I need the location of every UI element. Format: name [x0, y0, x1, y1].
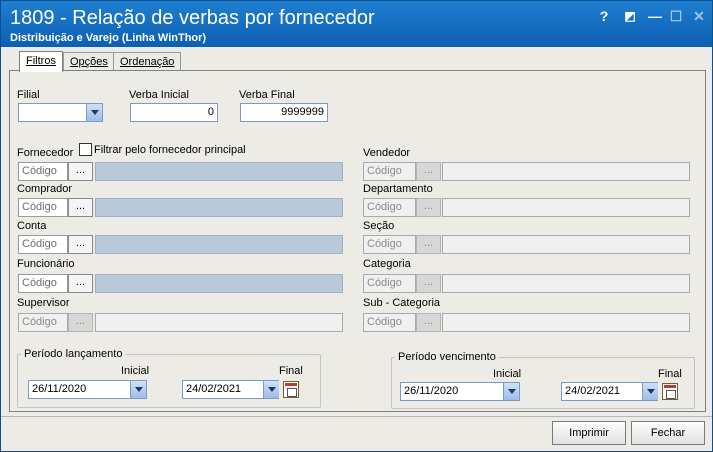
categoria-codigo-input[interactable]: Código — [363, 274, 416, 293]
verba-inicial-label: Verba Inicial — [129, 89, 189, 101]
window-subtitle: Distribuição e Varejo (Linha WinThor) — [10, 32, 207, 44]
verba-final-label: Verba Final — [239, 89, 295, 101]
filial-dropdown-icon[interactable] — [86, 104, 102, 121]
vencimento-inicial-dropdown-icon[interactable] — [503, 383, 519, 400]
vencimento-inicial-label: Inicial — [493, 368, 522, 380]
secao-description-field — [442, 235, 690, 254]
departamento-search-button[interactable]: ... — [416, 198, 441, 217]
secao-codigo-input[interactable]: Código — [363, 235, 416, 254]
lancamento-final-dropdown-icon[interactable] — [263, 381, 279, 398]
close-icon[interactable]: ✕ — [690, 7, 708, 25]
comprador-codigo-input[interactable]: Código — [18, 198, 68, 217]
conta-search-button[interactable]: ... — [68, 235, 93, 254]
tab-panel-filtros: Filial Verba Inicial 0 Verba Final 99999… — [9, 70, 706, 412]
sub-categoria-search-button[interactable]: ... — [416, 313, 441, 332]
departamento-codigo-input[interactable]: Código — [363, 198, 416, 217]
vencimento-calendar-icon[interactable] — [662, 383, 678, 400]
filtrar-fornecedor-principal-label: Filtrar pelo fornecedor principal — [94, 144, 246, 156]
verba-final-input[interactable]: 9999999 — [240, 103, 328, 122]
lancamento-calendar-icon[interactable] — [283, 381, 299, 398]
periodo-lancamento-title: Período lançamento — [21, 348, 126, 360]
verba-inicial-input[interactable]: 0 — [130, 103, 218, 122]
maximize-icon[interactable]: ☐ — [667, 7, 685, 25]
categoria-search-button[interactable]: ... — [416, 274, 441, 293]
filtrar-fornecedor-principal-checkbox[interactable] — [79, 143, 92, 156]
funcionario-codigo-input[interactable]: Código — [18, 274, 68, 293]
vencimento-final-dropdown-icon[interactable] — [642, 383, 658, 400]
tab-ordenacao[interactable]: Ordenação — [113, 52, 182, 71]
funcionario-label: Funcionário — [17, 258, 75, 270]
sub-categoria-codigo-input[interactable]: Código — [363, 313, 416, 332]
sub-categoria-label: Sub - Categoria — [363, 297, 441, 309]
fornecedor-description-field — [95, 162, 343, 181]
vendedor-description-field — [442, 162, 690, 181]
categoria-description-field — [442, 274, 690, 293]
funcionario-search-button[interactable]: ... — [68, 274, 93, 293]
lancamento-inicial-dropdown-icon[interactable] — [130, 381, 146, 398]
title-bar: 1809 - Relação de verbas por fornecedor … — [1, 1, 712, 47]
departamento-label: Departamento — [363, 183, 433, 195]
vencimento-final-label: Final — [658, 368, 682, 380]
window-title: 1809 - Relação de verbas por fornecedor — [10, 7, 375, 29]
supervisor-description-field — [95, 313, 343, 332]
fornecedor-codigo-input[interactable]: Código — [18, 162, 68, 181]
fechar-button[interactable]: Fechar — [631, 421, 705, 445]
imprimir-button-label: Imprimir — [569, 427, 609, 439]
tab-filtros-label: Filtros — [26, 55, 56, 67]
vendedor-search-button[interactable]: ... — [416, 162, 441, 181]
comprador-search-button[interactable]: ... — [68, 198, 93, 217]
secao-search-button[interactable]: ... — [416, 235, 441, 254]
tab-filtros[interactable]: Filtros — [19, 51, 63, 72]
secao-label: Seção — [363, 220, 395, 232]
main-window: 1809 - Relação de verbas por fornecedor … — [0, 0, 713, 452]
vendedor-codigo-input[interactable]: Código — [363, 162, 416, 181]
lancamento-final-label: Final — [279, 365, 303, 377]
minimize-icon[interactable]: — — [646, 7, 664, 25]
fechar-button-label: Fechar — [650, 427, 686, 439]
comprador-label: Comprador — [17, 183, 73, 195]
comprador-description-field — [95, 198, 343, 217]
vendedor-label: Vendedor — [363, 147, 411, 159]
tab-opcoes[interactable]: Opções — [63, 52, 115, 71]
departamento-description-field — [442, 198, 690, 217]
tab-opcoes-label: Opções — [70, 56, 108, 68]
imprimir-button[interactable]: Imprimir — [552, 421, 626, 445]
fornecedor-search-button[interactable]: ... — [68, 162, 93, 181]
conta-label: Conta — [17, 220, 47, 232]
supervisor-codigo-input[interactable]: Código — [18, 313, 68, 332]
fornecedor-label: Fornecedor — [17, 147, 74, 159]
conta-codigo-input[interactable]: Código — [18, 235, 68, 254]
help-icon[interactable]: ? — [595, 7, 613, 25]
footer-divider — [1, 416, 712, 417]
sub-categoria-description-field — [442, 313, 690, 332]
tab-ordenacao-label: Ordenação — [120, 56, 175, 68]
supervisor-label: Supervisor — [17, 297, 70, 309]
categoria-label: Categoria — [363, 258, 411, 270]
filial-label: Filial — [17, 89, 40, 101]
supervisor-search-button[interactable]: ... — [68, 313, 93, 332]
periodo-vencimento-title: Período vencimento — [395, 351, 499, 363]
vencimento-inicial-date-input[interactable]: 26/11/2020 — [400, 382, 520, 401]
lancamento-inicial-label: Inicial — [121, 365, 150, 377]
funcionario-description-field — [95, 274, 343, 293]
conta-description-field — [95, 235, 343, 254]
restore-icon[interactable]: ◩ — [621, 7, 639, 25]
